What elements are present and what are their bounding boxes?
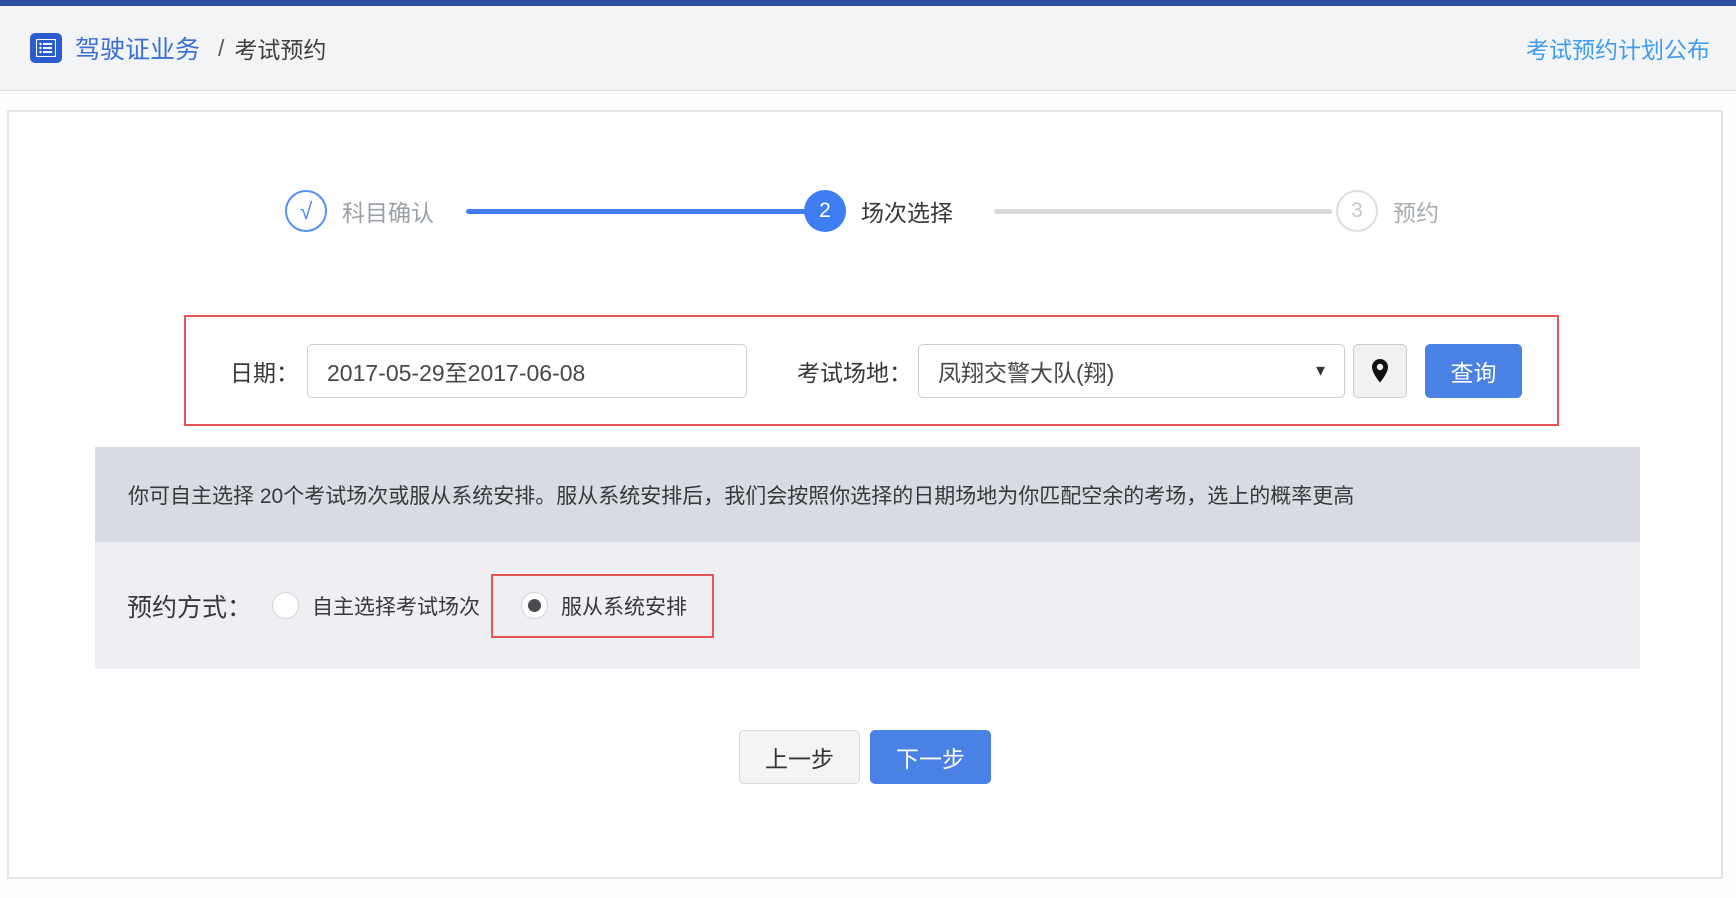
query-button[interactable]: 查询 [1425,343,1522,398]
date-range-input[interactable] [307,343,747,398]
notice-text: 你可自主选择 20个考试场次或服从系统安排。服从系统安排后，我们会按照你选择的日… [128,484,1355,508]
step-subject-confirm: √ 科目确认 [285,190,434,232]
content-card: √ 科目确认 2 场次选择 3 预约 日期： 考试场地： 凤翔交警大队(翔) ▼ [7,110,1723,879]
page-title: 驾驶证业务 [75,36,201,64]
radio-circle-icon [272,592,300,619]
filter-row-highlight: 日期： 考试场地： 凤翔交警大队(翔) ▼ 查询 [184,315,1559,426]
header: 驾驶证业务 / 考试预约 考试预约计划公布 [0,6,1736,91]
breadcrumb: 考试预约 [234,37,327,63]
breadcrumb-separator: / [218,34,225,61]
step-session-select: 2 场次选择 [804,190,953,232]
selected-option-highlight: 服从系统安排 [491,573,715,638]
prev-step-button[interactable]: 上一步 [739,730,860,784]
step-connector-done [466,209,816,214]
date-label: 日期： [230,359,299,386]
booking-mode-label: 预约方式： [127,593,253,622]
location-pin-icon [1372,358,1388,382]
notice-bar: 你可自主选择 20个考试场次或服从系统安排。服从系统安排后，我们会按照你选择的日… [95,447,1640,542]
step-3-number: 3 [1336,190,1378,232]
map-location-button[interactable] [1353,343,1407,398]
step-1-check-icon: √ [285,190,327,232]
radio-system-arrange-label: 服从系统安排 [561,595,688,619]
step-1-label: 科目确认 [342,200,434,226]
venue-label: 考试场地： [797,359,912,386]
step-appointment: 3 预约 [1336,190,1439,232]
chevron-down-icon: ▼ [1313,362,1328,379]
step-connector-pending [994,209,1332,214]
exam-plan-link[interactable]: 考试预约计划公布 [1526,31,1710,65]
step-2-label: 场次选择 [861,200,953,226]
radio-self-select-label: 自主选择考试场次 [312,595,481,619]
action-button-row: 上一步 下一步 [9,730,1721,784]
radio-self-select[interactable]: 自主选择考试场次 [272,591,480,621]
venue-select[interactable]: 凤翔交警大队(翔) ▼ [918,343,1345,398]
radio-system-arrange[interactable]: 服从系统安排 [521,591,687,621]
booking-mode-section: 预约方式： 自主选择考试场次 服从系统安排 [95,542,1640,669]
radio-circle-icon [521,592,549,619]
step-3-label: 预约 [1393,200,1439,226]
step-2-number: 2 [804,190,846,232]
venue-selected-value: 凤翔交警大队(翔) [938,359,1115,386]
page: 驾驶证业务 / 考试预约 考试预约计划公布 √ 科目确认 2 场次选择 3 预约… [0,0,1736,898]
license-business-icon [30,33,62,63]
next-step-button[interactable]: 下一步 [870,730,991,784]
